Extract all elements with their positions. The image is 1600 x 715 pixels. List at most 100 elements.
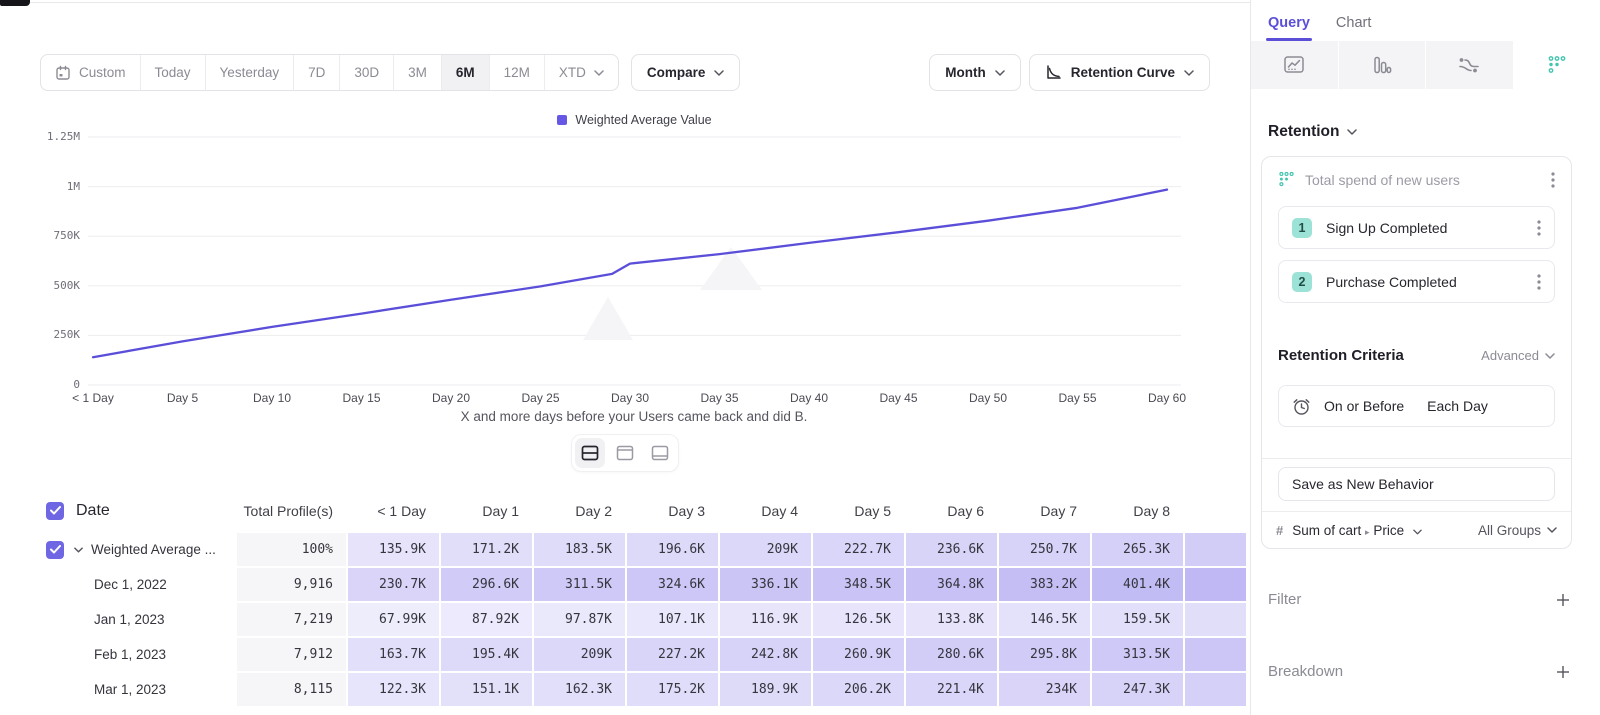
behavior-step[interactable]: 2Purchase Completed — [1278, 260, 1555, 303]
retention-value-cell[interactable]: 296.6K — [441, 568, 532, 601]
retention-value-cell[interactable]: 159.5K — [1092, 603, 1183, 636]
retention-value-cell-partial[interactable] — [1185, 568, 1246, 601]
kebab-menu-icon[interactable] — [1537, 274, 1541, 290]
retention-value-cell[interactable]: 87.92K — [441, 603, 532, 636]
retention-value-cell[interactable]: 348.5K — [813, 568, 904, 601]
retention-value-cell[interactable]: 206.2K — [813, 673, 904, 706]
retention-value-cell[interactable]: 222.7K — [813, 533, 904, 566]
row-label-cell[interactable]: Weighted Average ... — [0, 533, 235, 566]
criteria-period[interactable]: Each Day — [1427, 398, 1488, 414]
report-type-heading[interactable]: Retention — [1268, 123, 1600, 141]
column-header[interactable]: Total Profile(s) — [237, 503, 346, 519]
retention-value-cell[interactable]: 401.4K — [1092, 568, 1183, 601]
retention-value-cell[interactable]: 209K — [720, 533, 811, 566]
aggregation-property[interactable]: Sum of cart ▸ Price — [1292, 523, 1422, 538]
total-profiles-cell[interactable]: 9,916 — [237, 568, 346, 601]
retention-value-cell[interactable]: 67.99K — [348, 603, 439, 636]
total-profiles-cell[interactable]: 7,912 — [237, 638, 346, 671]
retention-value-cell[interactable]: 209K — [534, 638, 625, 671]
report-type-retention-icon[interactable] — [1514, 41, 1600, 89]
range-button-7d[interactable]: 7D — [293, 55, 339, 90]
retention-value-cell[interactable]: 221.4K — [906, 673, 997, 706]
report-type-flows-icon[interactable] — [1426, 41, 1513, 89]
retention-value-cell[interactable]: 175.2K — [627, 673, 718, 706]
range-button-30d[interactable]: 30D — [339, 55, 393, 90]
report-type-insights-icon[interactable] — [1251, 41, 1338, 89]
row-checkbox[interactable] — [46, 502, 64, 520]
range-button-3m[interactable]: 3M — [393, 55, 441, 90]
retention-value-cell[interactable]: 265.3K — [1092, 533, 1183, 566]
range-button-xtd[interactable]: XTD — [544, 55, 618, 90]
kebab-menu-icon[interactable] — [1537, 220, 1541, 236]
row-label-cell[interactable]: Jan 1, 2023 — [0, 603, 235, 636]
retention-value-cell[interactable]: 146.5K — [999, 603, 1090, 636]
retention-value-cell[interactable]: 227.2K — [627, 638, 718, 671]
retention-value-cell[interactable]: 250.7K — [999, 533, 1090, 566]
kebab-menu-icon[interactable] — [1551, 172, 1555, 188]
criteria-card[interactable]: On or Before Each Day — [1278, 385, 1555, 427]
column-header[interactable]: Day 6 — [906, 503, 997, 519]
granularity-button[interactable]: Month — [929, 54, 1020, 91]
retention-value-cell[interactable]: 230.7K — [348, 568, 439, 601]
retention-value-cell[interactable]: 126.5K — [813, 603, 904, 636]
retention-value-cell[interactable]: 189.9K — [720, 673, 811, 706]
report-type-bar-chart-icon[interactable] — [1339, 41, 1426, 89]
column-header[interactable]: Day 7 — [999, 503, 1090, 519]
advanced-dropdown[interactable]: Advanced — [1481, 348, 1555, 363]
retention-value-cell[interactable]: 234K — [999, 673, 1090, 706]
retention-value-cell-partial[interactable] — [1185, 603, 1246, 636]
row-checkbox[interactable] — [46, 541, 64, 559]
criteria-condition[interactable]: On or Before — [1324, 398, 1404, 414]
top-panel-button[interactable] — [610, 438, 640, 468]
retention-value-cell[interactable]: 364.8K — [906, 568, 997, 601]
column-header[interactable]: Day 4 — [720, 503, 811, 519]
retention-value-cell-partial[interactable] — [1185, 533, 1246, 566]
retention-value-cell[interactable]: 171.2K — [441, 533, 532, 566]
retention-value-cell[interactable]: 247.3K — [1092, 673, 1183, 706]
retention-value-cell[interactable]: 336.1K — [720, 568, 811, 601]
retention-value-cell-partial[interactable] — [1185, 638, 1246, 671]
retention-value-cell[interactable]: 151.1K — [441, 673, 532, 706]
retention-value-cell[interactable]: 195.4K — [441, 638, 532, 671]
total-profiles-cell[interactable]: 8,115 — [237, 673, 346, 706]
retention-value-cell[interactable]: 324.6K — [627, 568, 718, 601]
retention-value-cell[interactable]: 97.87K — [534, 603, 625, 636]
chart-type-button[interactable]: Retention Curve — [1029, 54, 1210, 91]
retention-value-cell[interactable]: 135.9K — [348, 533, 439, 566]
retention-value-cell[interactable]: 116.9K — [720, 603, 811, 636]
retention-curve-line[interactable] — [93, 190, 1167, 358]
row-label-cell[interactable]: Mar 1, 2023 — [0, 673, 235, 706]
behavior-step[interactable]: 1Sign Up Completed — [1278, 206, 1555, 249]
retention-value-cell[interactable]: 162.3K — [534, 673, 625, 706]
retention-value-cell[interactable]: 107.1K — [627, 603, 718, 636]
row-label-cell[interactable]: Dec 1, 2022 — [0, 568, 235, 601]
add-filter-button[interactable] — [1556, 593, 1570, 607]
save-behavior-button[interactable]: Save as New Behavior — [1278, 467, 1555, 501]
retention-value-cell[interactable]: 260.9K — [813, 638, 904, 671]
column-header[interactable]: Day 8 — [1092, 503, 1183, 519]
range-button-12m[interactable]: 12M — [489, 55, 544, 90]
retention-value-cell[interactable]: 295.8K — [999, 638, 1090, 671]
retention-value-cell[interactable]: 311.5K — [534, 568, 625, 601]
expand-chevron-icon[interactable] — [74, 547, 83, 553]
range-button-custom[interactable]: Custom — [41, 55, 140, 90]
add-breakdown-button[interactable] — [1556, 665, 1570, 679]
retention-value-cell[interactable]: 196.6K — [627, 533, 718, 566]
column-header[interactable]: Day 5 — [813, 503, 904, 519]
tab-query[interactable]: Query — [1268, 15, 1310, 41]
column-header[interactable]: Day 3 — [627, 503, 718, 519]
retention-value-cell[interactable]: 163.7K — [348, 638, 439, 671]
retention-value-cell[interactable]: 183.5K — [534, 533, 625, 566]
bottom-panel-button[interactable] — [645, 438, 675, 468]
retention-value-cell[interactable]: 236.6K — [906, 533, 997, 566]
total-profiles-cell[interactable]: 100% — [237, 533, 346, 566]
tab-chart[interactable]: Chart — [1336, 15, 1371, 41]
retention-value-cell-partial[interactable] — [1185, 673, 1246, 706]
retention-value-cell[interactable]: 242.8K — [720, 638, 811, 671]
column-header[interactable]: < 1 Day — [348, 503, 439, 519]
column-header[interactable]: Day 2 — [534, 503, 625, 519]
compare-button[interactable]: Compare — [631, 54, 741, 91]
split-view-button[interactable] — [575, 438, 605, 468]
groups-dropdown[interactable]: All Groups — [1478, 523, 1557, 538]
retention-value-cell[interactable]: 122.3K — [348, 673, 439, 706]
